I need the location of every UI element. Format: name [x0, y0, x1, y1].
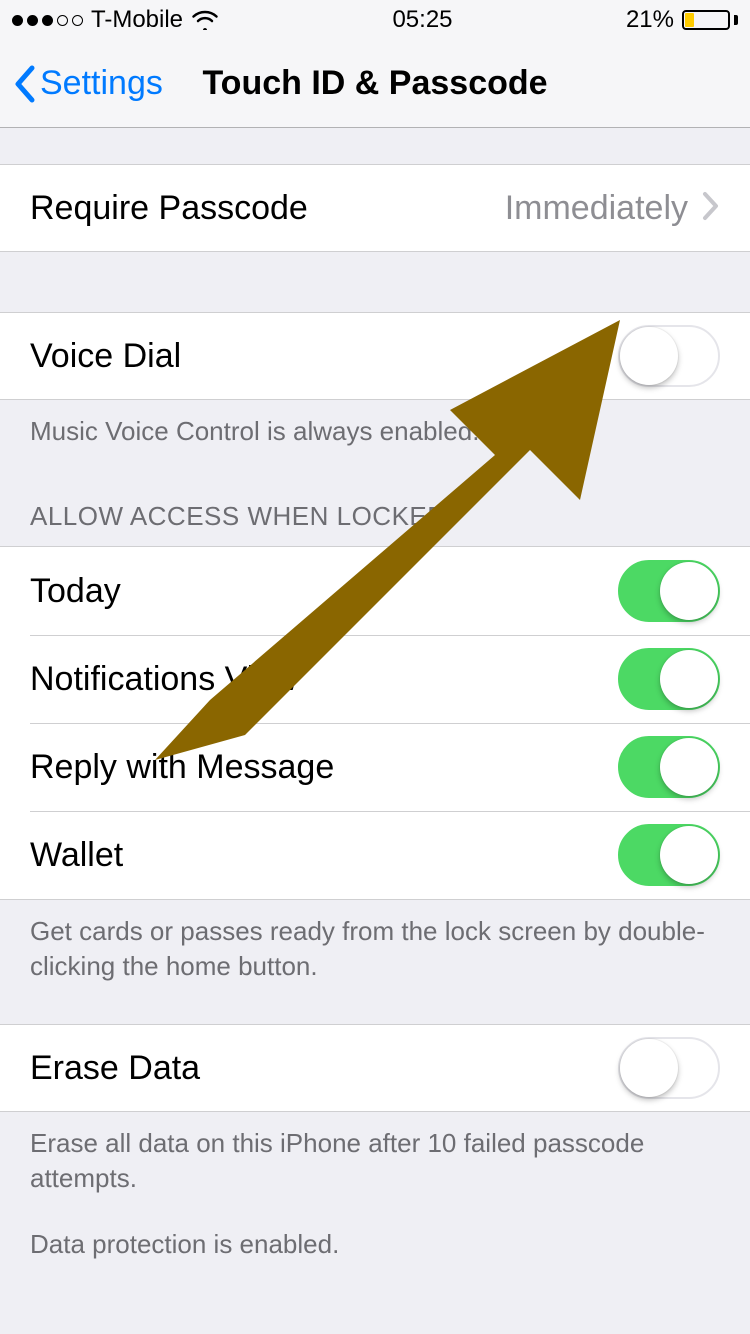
allow-access-item-label: Reply with Message — [30, 748, 618, 787]
battery-icon — [682, 10, 738, 30]
erase-data-footer: Erase all data on this iPhone after 10 f… — [0, 1112, 750, 1275]
erase-data-footer-1: Erase all data on this iPhone after 10 f… — [30, 1126, 720, 1196]
page-title: Touch ID & Passcode — [202, 64, 547, 103]
allow-access-wallet-cell: Wallet — [0, 811, 750, 899]
status-bar: T-Mobile 05:25 21% — [0, 0, 750, 40]
allow-access-wallet-toggle[interactable] — [618, 824, 720, 886]
erase-data-cell: Erase Data — [0, 1024, 750, 1112]
erase-data-toggle[interactable] — [618, 1037, 720, 1099]
chevron-right-icon — [702, 191, 720, 226]
erase-data-footer-2: Data protection is enabled. — [30, 1227, 720, 1262]
status-right: 21% — [626, 6, 738, 34]
status-left: T-Mobile — [12, 6, 219, 34]
allow-access-notifications-cell: Notifications View — [0, 635, 750, 723]
require-passcode-label: Require Passcode — [30, 189, 505, 228]
allow-access-item-label: Notifications View — [30, 660, 618, 699]
require-passcode-value: Immediately — [505, 189, 688, 228]
carrier-label: T-Mobile — [91, 6, 183, 34]
allow-access-reply-toggle[interactable] — [618, 736, 720, 798]
erase-data-label: Erase Data — [30, 1049, 618, 1088]
clock-label: 05:25 — [392, 6, 452, 34]
allow-access-reply-cell: Reply with Message — [0, 723, 750, 811]
require-passcode-cell[interactable]: Require Passcode Immediately — [0, 164, 750, 252]
signal-strength-icon — [12, 15, 83, 26]
battery-percent-label: 21% — [626, 6, 674, 34]
allow-access-header: ALLOW ACCESS WHEN LOCKED: — [0, 463, 750, 546]
back-button[interactable]: Settings — [8, 40, 167, 127]
voice-dial-label: Voice Dial — [30, 337, 618, 376]
allow-access-today-cell: Today — [0, 547, 750, 635]
allow-access-item-label: Wallet — [30, 836, 618, 875]
allow-access-group: Today Notifications View Reply with Mess… — [0, 546, 750, 900]
allow-access-today-toggle[interactable] — [618, 560, 720, 622]
nav-bar: Settings Touch ID & Passcode — [0, 40, 750, 128]
allow-access-notifications-toggle[interactable] — [618, 648, 720, 710]
voice-dial-footer: Music Voice Control is always enabled. — [0, 400, 750, 463]
allow-access-footer: Get cards or passes ready from the lock … — [0, 900, 750, 998]
allow-access-item-label: Today — [30, 572, 618, 611]
back-label: Settings — [40, 64, 163, 103]
chevron-left-icon — [12, 64, 36, 104]
wifi-icon — [191, 10, 219, 30]
voice-dial-toggle[interactable] — [618, 325, 720, 387]
voice-dial-cell: Voice Dial — [0, 312, 750, 400]
